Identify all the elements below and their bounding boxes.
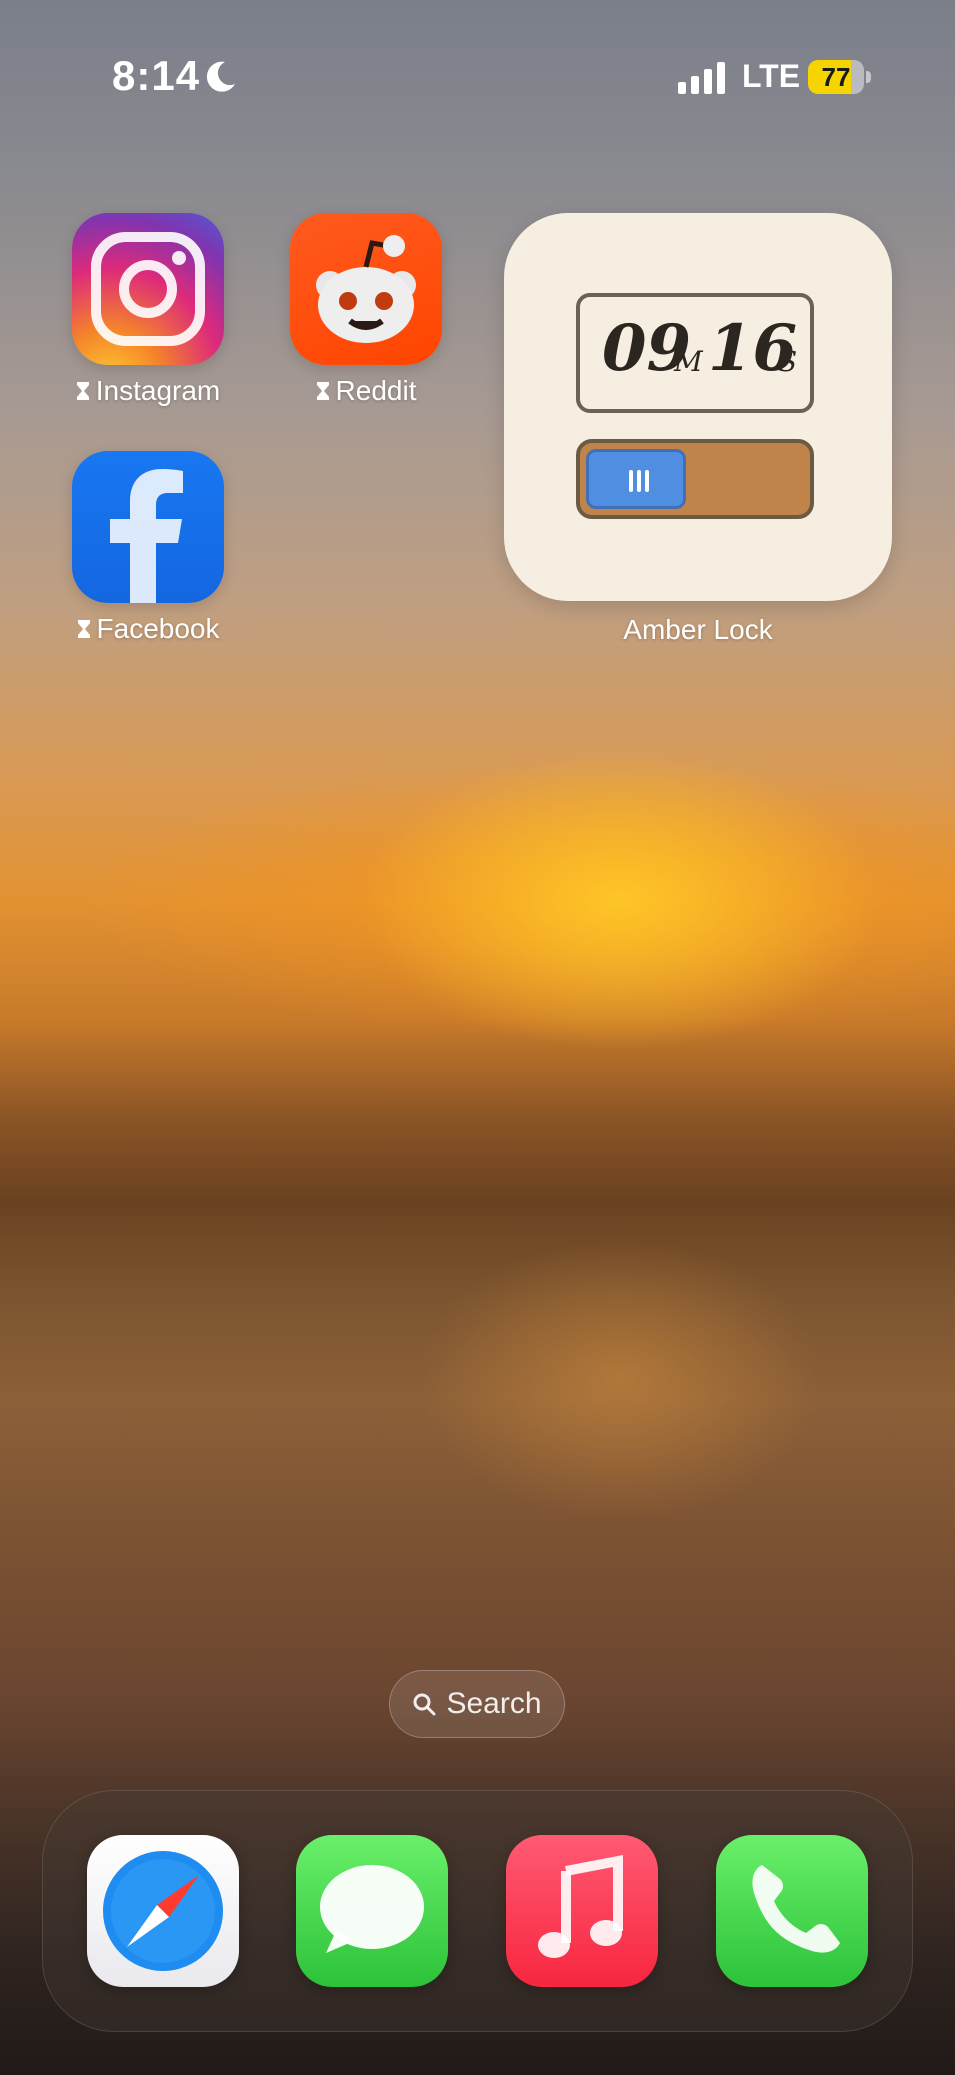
cellular-signal-icon bbox=[678, 62, 725, 94]
battery-indicator: 77 bbox=[808, 60, 872, 94]
instagram-icon[interactable] bbox=[72, 213, 224, 365]
hourglass-icon bbox=[77, 620, 90, 638]
widget-label: Amber Lock bbox=[623, 614, 773, 645]
timer-seconds-unit: S bbox=[778, 345, 798, 378]
hourglass-icon bbox=[316, 382, 329, 400]
hourglass-icon bbox=[76, 382, 89, 400]
network-type: LTE bbox=[742, 58, 801, 94]
app-instagram[interactable]: Instagram bbox=[38, 213, 258, 407]
app-label: Reddit bbox=[256, 375, 476, 407]
slider-handle[interactable] bbox=[586, 449, 686, 509]
search-label: Search bbox=[446, 1687, 542, 1720]
battery-nub bbox=[866, 71, 871, 83]
app-label: Instagram bbox=[38, 375, 258, 407]
status-time: 8:14 bbox=[112, 52, 201, 99]
app-label: Facebook bbox=[38, 613, 258, 645]
phone-icon[interactable] bbox=[716, 1835, 868, 1987]
search-icon bbox=[413, 1693, 436, 1716]
safari-icon[interactable] bbox=[87, 1835, 239, 1987]
app-reddit[interactable]: Reddit bbox=[256, 213, 476, 407]
lock-slider[interactable] bbox=[576, 439, 814, 519]
music-icon[interactable] bbox=[506, 1835, 658, 1987]
battery-percent: 77 bbox=[821, 62, 851, 92]
timer-minutes-unit: M bbox=[674, 345, 703, 378]
facebook-icon[interactable] bbox=[72, 451, 224, 603]
search-button[interactable]: Search bbox=[389, 1670, 565, 1738]
timer-display: 09 M 16 S bbox=[576, 293, 814, 413]
messages-icon[interactable] bbox=[296, 1835, 448, 1987]
amber-lock-widget[interactable]: 09 M 16 S bbox=[504, 213, 892, 601]
moon-icon bbox=[206, 61, 235, 92]
app-facebook[interactable]: Facebook bbox=[38, 451, 258, 645]
reddit-icon[interactable] bbox=[290, 213, 442, 365]
